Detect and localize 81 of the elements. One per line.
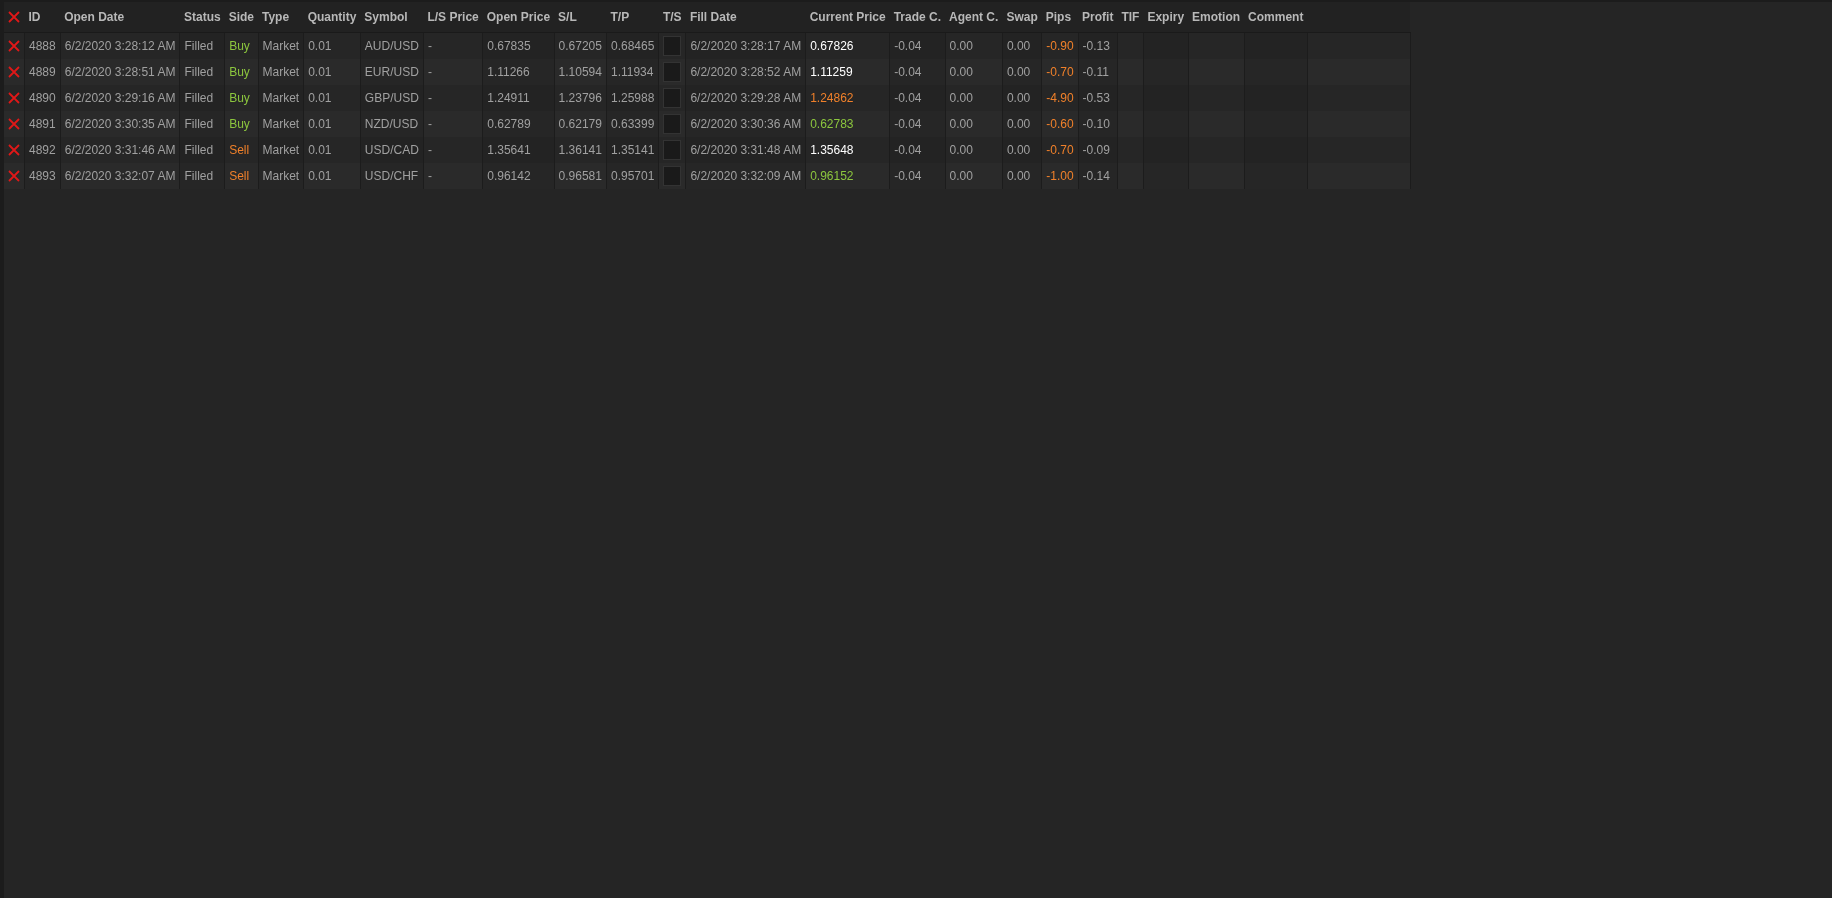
table-cell: -0.04	[889, 163, 946, 189]
table-cell: 6/2/2020 3:30:36 AM	[685, 111, 806, 137]
table-cell: USD/CHF	[360, 163, 424, 189]
checkbox[interactable]	[663, 140, 682, 160]
table-cell: 1.11934	[606, 59, 659, 85]
table-cell: -1.00	[1041, 163, 1079, 189]
table-cell: Market	[258, 111, 304, 137]
table-cell: USD/CAD	[360, 137, 424, 163]
table-cell: -0.10	[1078, 111, 1118, 137]
table-cell: Filled	[179, 59, 225, 85]
table-cell: 0.96142	[482, 163, 555, 189]
table-cell: 0.00	[1002, 32, 1042, 59]
table-cell: 0.00	[1002, 137, 1042, 163]
table-cell: GBP/USD	[360, 85, 424, 111]
table-cell: Market	[258, 137, 304, 163]
table-cell: Filled	[179, 137, 225, 163]
close-icon[interactable]	[8, 118, 20, 130]
table-cell: -0.04	[889, 59, 946, 85]
close-icon[interactable]	[8, 144, 20, 156]
table-cell: EUR/USD	[360, 59, 424, 85]
table-cell: 4890	[24, 85, 61, 111]
table-cell: Filled	[179, 32, 225, 59]
close-icon[interactable]	[8, 40, 20, 52]
table-cell: 1.35141	[606, 137, 659, 163]
table-cell: 0.00	[1002, 85, 1042, 111]
table-cell: 4892	[24, 137, 61, 163]
table-cell: 0.63399	[606, 111, 659, 137]
table-cell: 0.00	[945, 163, 1003, 189]
close-all-icon[interactable]	[8, 11, 20, 23]
table-cell: -0.13	[1078, 32, 1118, 59]
close-icon[interactable]	[8, 170, 20, 182]
table-cell: 1.24911	[482, 85, 555, 111]
table-cell: 0.67835	[482, 32, 555, 59]
table-cell: 0.96152	[805, 163, 890, 189]
table-cell: -0.09	[1078, 137, 1118, 163]
table-cell: -0.53	[1078, 85, 1118, 111]
table-cell: -0.11	[1078, 59, 1118, 85]
table-cell: Market	[258, 85, 304, 111]
table-cell: -0.14	[1078, 163, 1118, 189]
checkbox[interactable]	[663, 166, 682, 186]
table-cell: 0.00	[1002, 163, 1042, 189]
table-cell: Filled	[179, 163, 225, 189]
table-cell: 4893	[24, 163, 61, 189]
table-cell: 0.95701	[606, 163, 659, 189]
checkbox[interactable]	[663, 36, 682, 56]
checkbox[interactable]	[663, 114, 682, 134]
table-cell: Market	[258, 32, 304, 59]
table-cell: 6/2/2020 3:29:28 AM	[685, 85, 806, 111]
table-cell: 0.00	[1002, 59, 1042, 85]
table-cell: AUD/USD	[360, 32, 424, 59]
table-cell: 4889	[24, 59, 61, 85]
table-cell: -0.04	[889, 85, 946, 111]
table-cell: 6/2/2020 3:28:17 AM	[685, 32, 806, 59]
table-cell: Filled	[179, 85, 225, 111]
table-cell: 1.11266	[482, 59, 555, 85]
table-cell: NZD/USD	[360, 111, 424, 137]
table-cell: 6/2/2020 3:28:52 AM	[685, 59, 806, 85]
table-cell: 0.62789	[482, 111, 555, 137]
table-cell: 0.00	[1002, 111, 1042, 137]
checkbox[interactable]	[663, 62, 682, 82]
table-cell: Market	[258, 59, 304, 85]
table-cell: Market	[258, 163, 304, 189]
table-cell: 6/2/2020 3:31:48 AM	[685, 137, 806, 163]
table-cell: Sell	[224, 163, 258, 189]
table-cell: -	[423, 163, 483, 189]
close-icon[interactable]	[8, 66, 20, 78]
table-cell: -0.04	[889, 32, 946, 59]
table-cell: 1.25988	[606, 85, 659, 111]
table-cell: -0.04	[889, 137, 946, 163]
table-cell: Filled	[179, 111, 225, 137]
table-cell: 6/2/2020 3:32:09 AM	[685, 163, 806, 189]
checkbox[interactable]	[663, 88, 682, 108]
table-cell: 4891	[24, 111, 61, 137]
table-cell: 0.68465	[606, 32, 659, 59]
table-cell: 6/2/2020 3:32:07 AM	[60, 163, 180, 189]
close-icon[interactable]	[8, 92, 20, 104]
table-cell: 0.96581	[554, 163, 607, 189]
table-cell: 0.01	[303, 163, 361, 189]
table-cell: 1.35641	[482, 137, 555, 163]
table-cell: -0.04	[889, 111, 946, 137]
table-cell: 4888	[24, 32, 61, 59]
